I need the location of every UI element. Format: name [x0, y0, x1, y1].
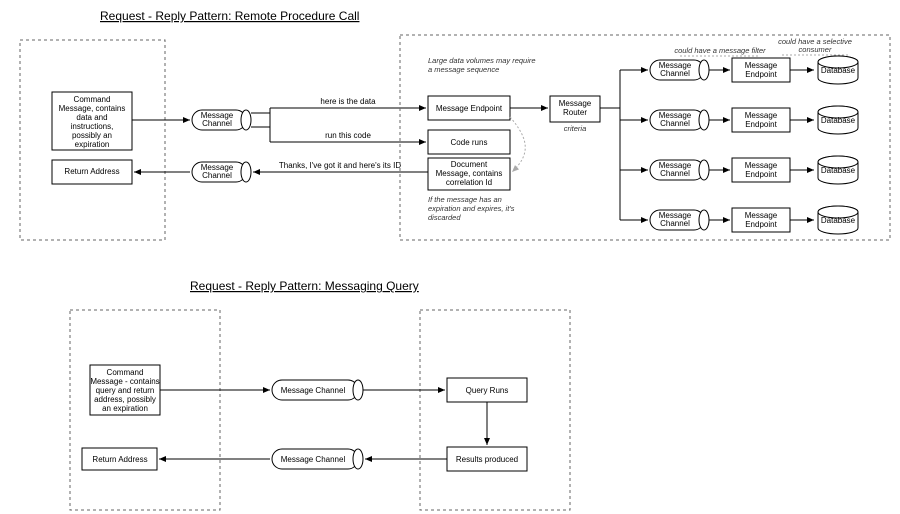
svg-text:Database: Database	[821, 216, 856, 225]
command-message-l4: instructions,	[71, 122, 114, 131]
command-message-l3: data and	[76, 113, 107, 122]
return-address-2-label: Return Address	[92, 455, 147, 464]
command-message-l1: Command	[74, 95, 111, 104]
title-query: Request - Reply Pattern: Messaging Query	[190, 279, 419, 293]
expire-l1: If the message has an	[428, 195, 502, 204]
database-r2: Database	[818, 106, 858, 134]
svg-text:Message Channel: Message Channel	[281, 455, 346, 464]
svg-text:Channel: Channel	[202, 171, 232, 180]
svg-text:Endpoint: Endpoint	[745, 120, 777, 129]
could-filter-label: could have a message filter	[674, 46, 766, 55]
message-channel-q2: Message Channel	[272, 449, 363, 469]
here-data-label: here is the data	[320, 97, 376, 106]
svg-text:Endpoint: Endpoint	[745, 220, 777, 229]
run-code-label: run this code	[325, 131, 371, 140]
message-channel-r4: MessageChannel	[650, 210, 709, 230]
code-runs-label: Code runs	[451, 138, 488, 147]
router-l1: Message	[559, 99, 592, 108]
cmd2-l1: Command	[107, 368, 144, 377]
diagram-canvas: Request - Reply Pattern: Remote Procedur…	[0, 0, 900, 514]
cmd2-l2: Message - contains	[90, 377, 159, 386]
svg-text:Channel: Channel	[660, 219, 690, 228]
got-it-label: Thanks, I've got it and here's its ID	[279, 161, 401, 170]
message-channel-q1: Message Channel	[272, 380, 363, 400]
message-endpoint-label: Message Endpoint	[436, 104, 503, 113]
svg-text:Endpoint: Endpoint	[745, 170, 777, 179]
dotted-endpoint-to-doc	[510, 117, 525, 172]
svg-text:Message: Message	[745, 161, 778, 170]
database-r1: Database	[818, 56, 858, 84]
return-address-label: Return Address	[64, 167, 119, 176]
expire-l2: expiration and expires, it's	[428, 204, 515, 213]
cmd2-l3: query and return	[96, 386, 155, 395]
database-r3: Database	[818, 156, 858, 184]
router-l2: Router	[563, 108, 587, 117]
command-message-l6: expiration	[75, 140, 110, 149]
criteria-label: criteria	[564, 124, 587, 133]
database-r4: Database	[818, 206, 858, 234]
results-produced-label: Results produced	[456, 455, 518, 464]
doc-msg-l1: Document	[451, 160, 488, 169]
svg-text:Channel: Channel	[660, 69, 690, 78]
large-data-l2: a message sequence	[428, 65, 499, 74]
query-runs-label: Query Runs	[466, 386, 509, 395]
large-data-l1: Large data volumes may require	[428, 56, 536, 65]
svg-text:Channel: Channel	[660, 169, 690, 178]
svg-text:Message: Message	[745, 211, 778, 220]
title-rpc: Request - Reply Pattern: Remote Procedur…	[100, 9, 359, 23]
message-channel-r3: MessageChannel	[650, 160, 709, 180]
message-channel-r2: MessageChannel	[650, 110, 709, 130]
cmd2-l5: an expiration	[102, 404, 148, 413]
router-vline	[600, 70, 620, 220]
svg-text:Endpoint: Endpoint	[745, 70, 777, 79]
message-channel-2: Message Channel	[192, 162, 251, 182]
svg-text:Message: Message	[745, 111, 778, 120]
svg-text:Message Channel: Message Channel	[281, 386, 346, 395]
cmd2-l4: address, possibly	[94, 395, 156, 404]
expire-l3: discarded	[428, 213, 461, 222]
svg-text:Channel: Channel	[202, 119, 232, 128]
doc-msg-l3: correlation Id	[446, 178, 492, 187]
message-channel-r1: MessageChannel	[650, 60, 709, 80]
could-selective-l2: consumer	[799, 45, 832, 54]
svg-text:Database: Database	[821, 166, 856, 175]
svg-text:Database: Database	[821, 66, 856, 75]
command-message-l2: Message, contains	[59, 104, 126, 113]
command-message-l5: possibly an	[72, 131, 112, 140]
svg-text:Database: Database	[821, 116, 856, 125]
svg-text:Channel: Channel	[660, 119, 690, 128]
server-system-box-2	[420, 310, 570, 510]
doc-msg-l2: Message, contains	[436, 169, 503, 178]
svg-text:Message: Message	[745, 61, 778, 70]
message-channel-1: Message Channel	[192, 110, 251, 130]
